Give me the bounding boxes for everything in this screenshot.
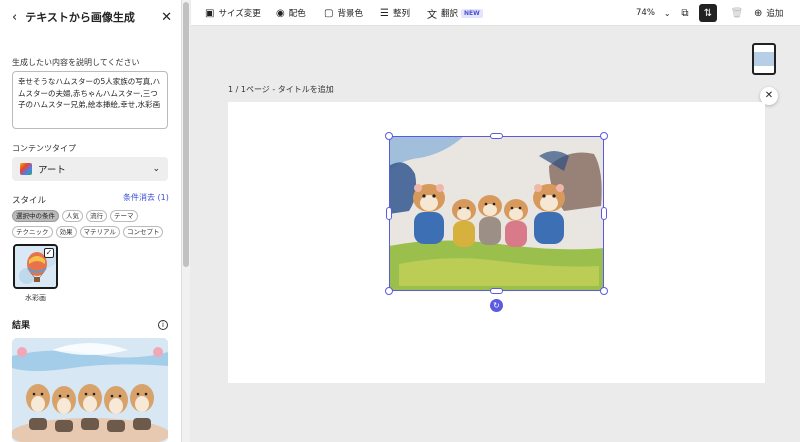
layers-toggle-icon[interactable]: ⇅ — [699, 4, 717, 22]
color-scheme-button[interactable]: ◉ 配色 — [276, 0, 306, 26]
watercolor-style-thumbnail[interactable]: ✓ — [13, 244, 58, 289]
translate-label: 翻訳 — [441, 9, 459, 19]
chip-effect[interactable]: 効果 — [55, 226, 77, 238]
top-toolbar: ▣ サイズ変更 ◉ 配色 ▢ 背景色 ☰ 整列 文 翻訳 NEW 74% ⌄ ⧉… — [191, 0, 800, 26]
new-badge: NEW — [461, 8, 483, 18]
resize-handle-right[interactable] — [601, 207, 607, 220]
chip-technique[interactable]: テクニック — [12, 226, 53, 238]
resize-handle-top-left[interactable] — [385, 132, 393, 140]
art-icon — [20, 163, 32, 175]
content-type-select[interactable]: アート ⌄ — [12, 157, 168, 181]
zoom-select[interactable]: 74% ⌄ — [636, 0, 671, 26]
align-label: 整列 — [392, 9, 410, 19]
scrollbar-thumb[interactable] — [183, 2, 189, 267]
result-image[interactable] — [12, 338, 168, 442]
chevron-down-icon: ⌄ — [152, 164, 160, 174]
zoom-value: 74% — [636, 8, 655, 18]
back-arrow-icon[interactable]: ‹ — [12, 10, 17, 25]
style-label: スタイル — [12, 196, 47, 206]
resize-handle-top[interactable] — [490, 133, 503, 139]
chip-concept[interactable]: コンセプト — [122, 226, 164, 238]
panel-scrollbar[interactable] — [182, 0, 190, 442]
resize-handle-top-right[interactable] — [600, 132, 608, 140]
align-icon: ☰ — [380, 7, 389, 19]
result-title: 結果 — [12, 321, 31, 331]
content-type-label: コンテンツタイプ — [12, 144, 76, 153]
resize-handle-bottom-left[interactable] — [385, 287, 393, 295]
background-color-button[interactable]: ▢ 背景色 — [324, 0, 363, 26]
translate-icon: 文 — [427, 9, 437, 21]
info-icon[interactable]: i — [158, 319, 168, 330]
rotate-icon[interactable]: ↻ — [490, 299, 503, 312]
left-panel: ‹ テキストから画像生成 ✕ 生成したい内容を説明してください 幸せそうなハムス… — [0, 0, 182, 442]
style-filter-chips: 選択中の条件 人気 流行 テーマ テクニック 効果 マテリアル コンセプト — [12, 210, 174, 238]
selection-box — [389, 136, 604, 291]
copy-icon[interactable]: ⧉ — [676, 4, 694, 22]
chip-selected-conditions[interactable]: 選択中の条件 — [12, 210, 59, 222]
palette-icon: ◉ — [276, 7, 285, 19]
resize-handle-bottom[interactable] — [490, 288, 503, 294]
panel-title: テキストから画像生成 — [25, 11, 135, 24]
result-header: 結果 i — [12, 318, 168, 331]
background-color-label: 背景色 — [337, 9, 363, 19]
resize-handle-bottom-right[interactable] — [600, 287, 608, 295]
chevron-down-icon: ⌄ — [663, 8, 671, 18]
prompt-label: 生成したい内容を説明してください — [12, 58, 140, 67]
page-thumbnail[interactable] — [752, 43, 776, 75]
style-thumbnail-caption: 水彩画 — [25, 294, 46, 302]
page-thumbnail-preview — [754, 52, 774, 66]
chip-theme[interactable]: テーマ — [110, 210, 138, 222]
close-icon[interactable]: ✕ — [161, 10, 172, 25]
chip-material[interactable]: マテリアル — [79, 226, 120, 238]
resize-handle-left[interactable] — [386, 207, 392, 220]
plus-circle-icon: ⊕ — [754, 7, 763, 19]
align-button[interactable]: ☰ 整列 — [380, 0, 410, 26]
translate-button[interactable]: 文 翻訳 NEW — [427, 0, 483, 26]
chip-popular[interactable]: 人気 — [62, 210, 83, 222]
background-color-icon: ▢ — [324, 7, 334, 19]
chip-trending[interactable]: 流行 — [86, 210, 107, 222]
panel-header: ‹ テキストから画像生成 ✕ — [0, 0, 181, 34]
color-scheme-label: 配色 — [288, 9, 306, 19]
content-type-value: アート — [38, 165, 66, 176]
resize-label: サイズ変更 — [218, 9, 261, 19]
checkmark-icon: ✓ — [44, 248, 54, 258]
add-label: 追加 — [766, 9, 784, 19]
clear-filters-link[interactable]: 条件消去 (1) — [123, 192, 169, 203]
prompt-textarea[interactable]: 幸せそうなハムスターの5人家族の写真,ハムスターの夫婦,赤ちゃんハムスター,三つ… — [12, 71, 168, 129]
trash-icon[interactable]: 🗑 — [728, 4, 746, 22]
hamster-family-result-image — [12, 338, 168, 442]
resize-icon: ▣ — [205, 7, 215, 19]
resize-button[interactable]: ▣ サイズ変更 — [205, 0, 261, 26]
page-label[interactable]: 1 / 1ページ - タイトルを追加 — [228, 84, 334, 95]
add-button[interactable]: ⊕ 追加 — [754, 0, 783, 26]
